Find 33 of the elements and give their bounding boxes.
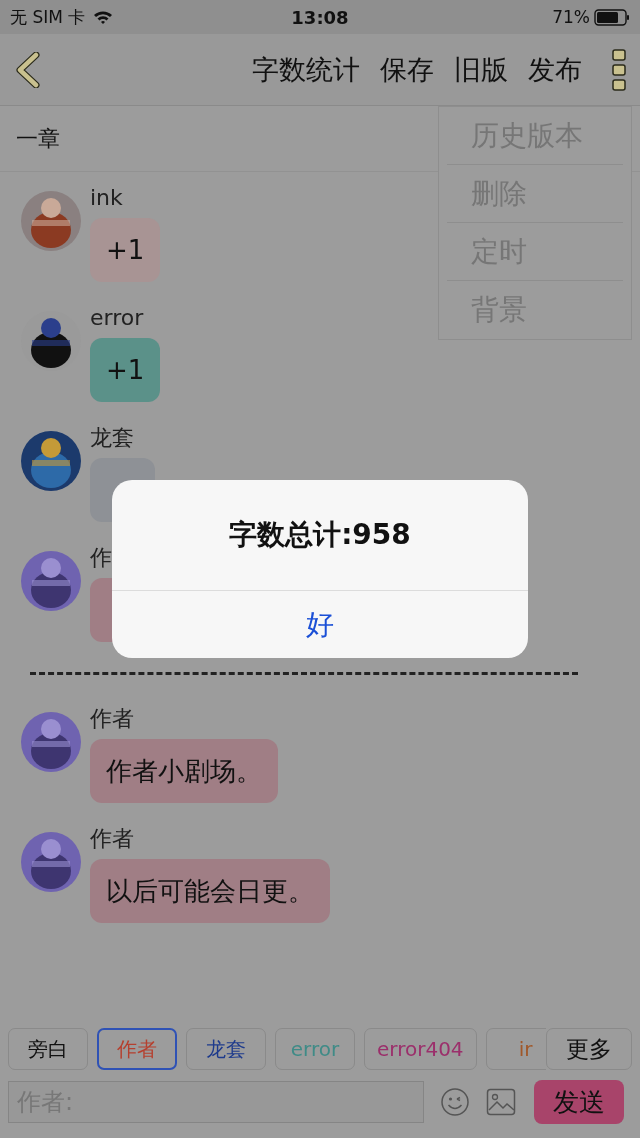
role-chip[interactable]: 作者 [97,1028,177,1070]
message-bubble: 作者小剧场。 [90,739,278,803]
role-chip[interactable]: error404 [364,1028,477,1070]
sender-name: error [90,304,144,332]
message-bubble: 以后可能会日更。 [90,859,330,923]
role-chip[interactable]: 旁白 [8,1028,88,1070]
image-icon[interactable] [486,1088,516,1116]
carrier-text: 无 SIM 卡 [10,5,86,29]
more-button[interactable]: 更多 [546,1028,632,1070]
emoji-icon[interactable] [440,1087,470,1117]
sender-name: 作者 [90,825,134,853]
dialog-title: 字数总计:958 [112,480,528,591]
more-menu-button[interactable] [612,48,626,91]
toolbar-button[interactable]: 保存 [380,51,434,88]
chapter-title: 一章 [16,124,60,153]
message-bubble: +1 [90,218,161,282]
clock-text: 13:08 [291,6,349,28]
sender-name: 作者 [90,705,134,733]
battery-percent: 71% [552,7,590,27]
toolbar-button[interactable]: 旧版 [454,51,508,88]
role-chip[interactable]: ir [485,1028,546,1070]
battery-icon [594,8,630,26]
toolbar-button[interactable]: 字数统计 [252,51,360,88]
message-bubble: +1 [90,338,161,402]
sender-name: 作 [90,544,112,572]
wifi-icon [93,9,114,25]
role-chip[interactable]: 龙套 [186,1028,266,1070]
back-button[interactable] [14,51,42,88]
sender-name: 龙套 [90,424,134,452]
send-button[interactable]: 发送 [534,1080,624,1124]
toolbar-button[interactable]: 发布 [528,51,582,88]
sender-name: ink [90,184,123,212]
ok-button[interactable]: 好 [112,591,528,658]
